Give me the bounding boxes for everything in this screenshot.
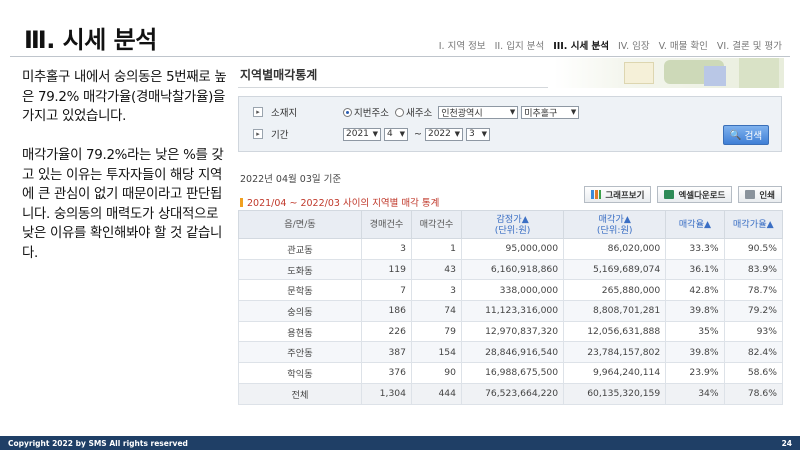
radio-checked-icon: [343, 107, 352, 117]
page-number: 24: [781, 438, 792, 448]
district-select[interactable]: 미추홀구 ▼: [521, 105, 580, 119]
nav-item-region[interactable]: I. 지역 정보: [439, 38, 486, 52]
col-header-sold-count: 매각건수: [410, 210, 463, 239]
to-month-select[interactable]: 3 ▼: [465, 127, 490, 141]
as-of-date: 2022년 04월 03일 기준: [240, 174, 342, 185]
slide: Ⅲ. 시세 분석 I. 지역 정보 II. 입지 분석 III. 시세 분석 I…: [0, 0, 800, 450]
copyright-text: Copyright 2022 by SMS All rights reserve…: [8, 438, 188, 448]
table-total-row: 전체 1,304 444 76,523,664,220 60,135,320,159 34…: [238, 382, 784, 405]
table-row: 용현동 226 79 12,970,837,320 12,056,631,888 35% 9…: [238, 320, 784, 343]
statistics-title: 지역별매각통계: [240, 68, 318, 82]
table-row: 숭의동 186 74 11,123,316,000 8,808,701,281 39.8%…: [238, 300, 784, 322]
col-header-sale-rate[interactable]: 매각율▲: [665, 210, 725, 239]
graph-button[interactable]: 그래프보기: [584, 186, 652, 203]
chevron-down-icon: ▼: [570, 108, 577, 116]
nav-item-visit[interactable]: IV. 임장: [618, 38, 650, 52]
col-header-sale-price[interactable]: 매각가▲ (단위:원): [563, 210, 667, 239]
city-select[interactable]: 인천광역시 ▼: [438, 105, 519, 119]
table-row: 주안동 387 154 28,846,916,540 23,784,157,802 39.…: [238, 341, 784, 364]
action-buttons: 그래프보기 엑셀다운로드 인쇄: [584, 186, 782, 203]
nav-item-listing[interactable]: V. 매물 확인: [659, 38, 708, 52]
bullet-arrow-icon: ▸: [253, 129, 263, 139]
range-tilde: ~: [414, 128, 422, 140]
paragraph-1: 미추홀구 내에서 숭의동은 5번째로 높은 79.2% 매각가율(경매낙찰가율)…: [22, 70, 227, 124]
location-row: ▸ 소재지 지번주소 새주소 인천광역시 ▼ 미추홀구 ▼: [253, 105, 582, 119]
table-row: 관교동 3 1 95,000,000 86,020,000 33.3% 90.5%: [238, 238, 784, 260]
nav-item-location[interactable]: II. 입지 분석: [495, 38, 545, 52]
chevron-down-icon: ▼: [481, 130, 487, 138]
period-heading: 2021/04 ~ 2022/03 사이의 지역별 매각 통계: [240, 195, 439, 209]
table-row: 문학동 7 3 338,000,000 265,880,000 42.8% 78.7%: [238, 279, 784, 302]
statistics-title-divider: [238, 87, 548, 88]
radio-road-address[interactable]: 새주소: [394, 105, 432, 119]
print-button[interactable]: 인쇄: [738, 186, 782, 203]
to-year-select[interactable]: 2022 ▼: [424, 127, 463, 141]
radio-empty-icon: [394, 107, 404, 117]
chevron-down-icon: ▼: [509, 108, 516, 116]
analysis-text: 미추홀구 내에서 숭의동은 5번째로 높은 79.2% 매각가율(경매낙찰가율)…: [22, 68, 232, 283]
heading-bar-icon: [240, 197, 243, 207]
table-row: 도화동 119 43 6,160,918,860 5,169,689,074 36.1% 8…: [238, 258, 784, 281]
excel-download-button[interactable]: 엑셀다운로드: [657, 186, 733, 203]
banner-illustration: [554, 58, 784, 88]
slide-title: Ⅲ. 시세 분석: [24, 26, 157, 54]
graph-icon: [591, 190, 602, 199]
paragraph-2: 매각가율이 79.2%라는 낮은 %를 갖고 있는 이유는 투자자들이 해당 지…: [22, 148, 224, 261]
chevron-down-icon: ▼: [454, 130, 460, 138]
chevron-down-icon: ▼: [372, 130, 378, 138]
location-label: 소재지: [271, 108, 298, 119]
search-button[interactable]: 🔍 검색: [723, 125, 769, 145]
nav-item-price[interactable]: III. 시세 분석: [553, 38, 609, 52]
printer-icon: [745, 190, 756, 199]
col-header-dong: 읍/면/동: [238, 210, 362, 239]
col-header-auction-count: 경매건수: [360, 210, 412, 239]
table-header-row: 읍/면/동 경매건수 매각건수 감정가▲ (단위:원) 매각가▲ (단위:원) 매각…: [238, 210, 784, 239]
col-header-appraisal[interactable]: 감정가▲ (단위:원): [460, 210, 565, 239]
statistics-table: 읍/면/동 경매건수 매각건수 감정가▲ (단위:원) 매각가▲ (단위:원) 매각…: [238, 210, 784, 405]
table-row: 학익동 376 90 16,988,675,500 9,964,240,114 23.9%…: [238, 362, 784, 384]
title-divider: [10, 56, 790, 57]
bullet-arrow-icon: ▸: [253, 107, 263, 117]
period-row: ▸ 기간 2021 ▼ 4 ▼ ~ 2022 ▼ 3 ▼: [253, 127, 493, 141]
statistics-screenshot: 지역별매각통계 ▸ 소재지 지번주소 새주소 인천광역시 ▼ 미추홀구 ▼ ▸ 기간…: [238, 58, 784, 414]
section-nav: I. 지역 정보 II. 입지 분석 III. 시세 분석 IV. 임장 V. …: [439, 38, 782, 52]
from-month-select[interactable]: 4 ▼: [384, 127, 408, 141]
chevron-down-icon: ▼: [399, 130, 405, 138]
search-icon: 🔍: [729, 129, 742, 141]
from-year-select[interactable]: 2021 ▼: [343, 127, 381, 141]
nav-item-conclusion[interactable]: VI. 결론 및 평가: [717, 38, 782, 52]
col-header-price-rate[interactable]: 매각가율▲: [723, 210, 784, 239]
period-label: 기간: [271, 130, 289, 141]
search-panel: ▸ 소재지 지번주소 새주소 인천광역시 ▼ 미추홀구 ▼ ▸ 기간 2021 ▼ 4…: [238, 96, 782, 152]
footer-bar: Copyright 2022 by SMS All rights reserve…: [0, 436, 800, 450]
radio-lot-address[interactable]: 지번주소: [343, 105, 389, 119]
excel-icon: [664, 190, 675, 199]
